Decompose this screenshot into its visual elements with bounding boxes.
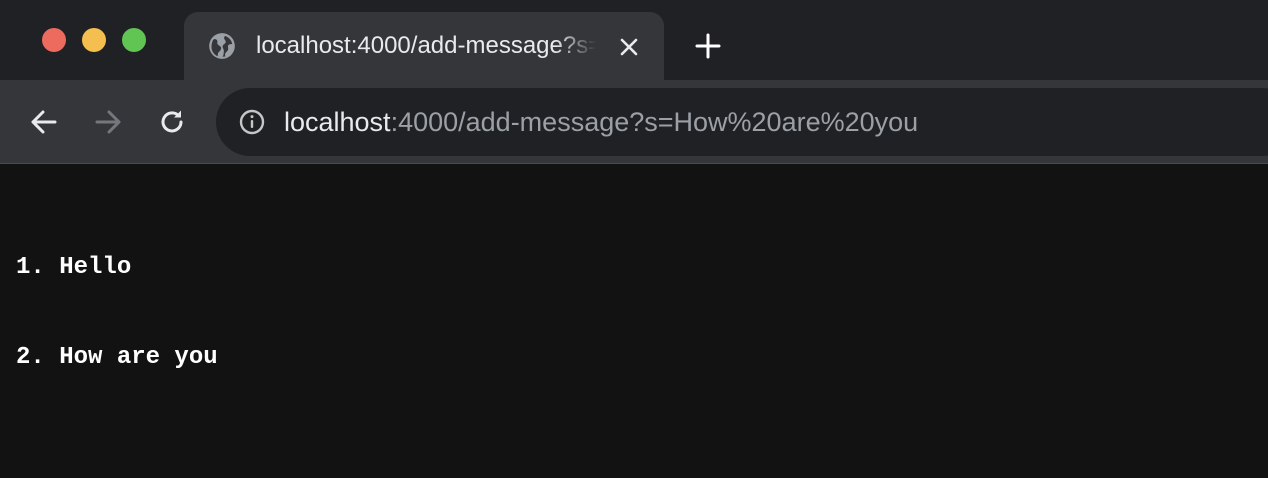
new-tab-button[interactable]	[692, 30, 724, 62]
window-zoom-button[interactable]	[122, 28, 146, 52]
reload-button[interactable]	[152, 102, 192, 142]
page-content: 1. Hello 2. How are you	[0, 165, 1268, 478]
address-bar[interactable]: localhost:4000/add-message?s=How%20are%2…	[216, 88, 1268, 156]
url-host: localhost	[284, 107, 391, 137]
forward-button[interactable]	[88, 102, 128, 142]
toolbar: localhost:4000/add-message?s=How%20are%2…	[0, 80, 1268, 164]
arrow-right-icon	[95, 110, 121, 134]
tab-strip: localhost:4000/add-message?s=How%20are%2…	[0, 0, 1268, 80]
tab-title: localhost:4000/add-message?s=How%20are%2…	[256, 32, 596, 59]
active-tab[interactable]: localhost:4000/add-message?s=How%20are%2…	[184, 12, 664, 80]
back-button[interactable]	[24, 102, 64, 142]
arrow-left-icon	[31, 110, 57, 134]
close-icon[interactable]	[618, 36, 640, 58]
info-icon[interactable]	[238, 108, 266, 136]
plus-icon	[695, 33, 721, 59]
window-minimize-button[interactable]	[82, 28, 106, 52]
url-text[interactable]: localhost:4000/add-message?s=How%20are%2…	[284, 104, 918, 140]
message-list: 1. Hello 2. How are you	[16, 193, 218, 433]
reload-icon	[161, 110, 183, 133]
globe-icon	[208, 32, 236, 60]
url-path: :4000/add-message?s=How%20are%20you	[390, 107, 919, 137]
browser-window: localhost:4000/add-message?s=How%20are%2…	[0, 0, 1268, 478]
list-item: 2. How are you	[16, 344, 218, 371]
window-close-button[interactable]	[42, 28, 66, 52]
list-item: 1. Hello	[16, 254, 132, 281]
